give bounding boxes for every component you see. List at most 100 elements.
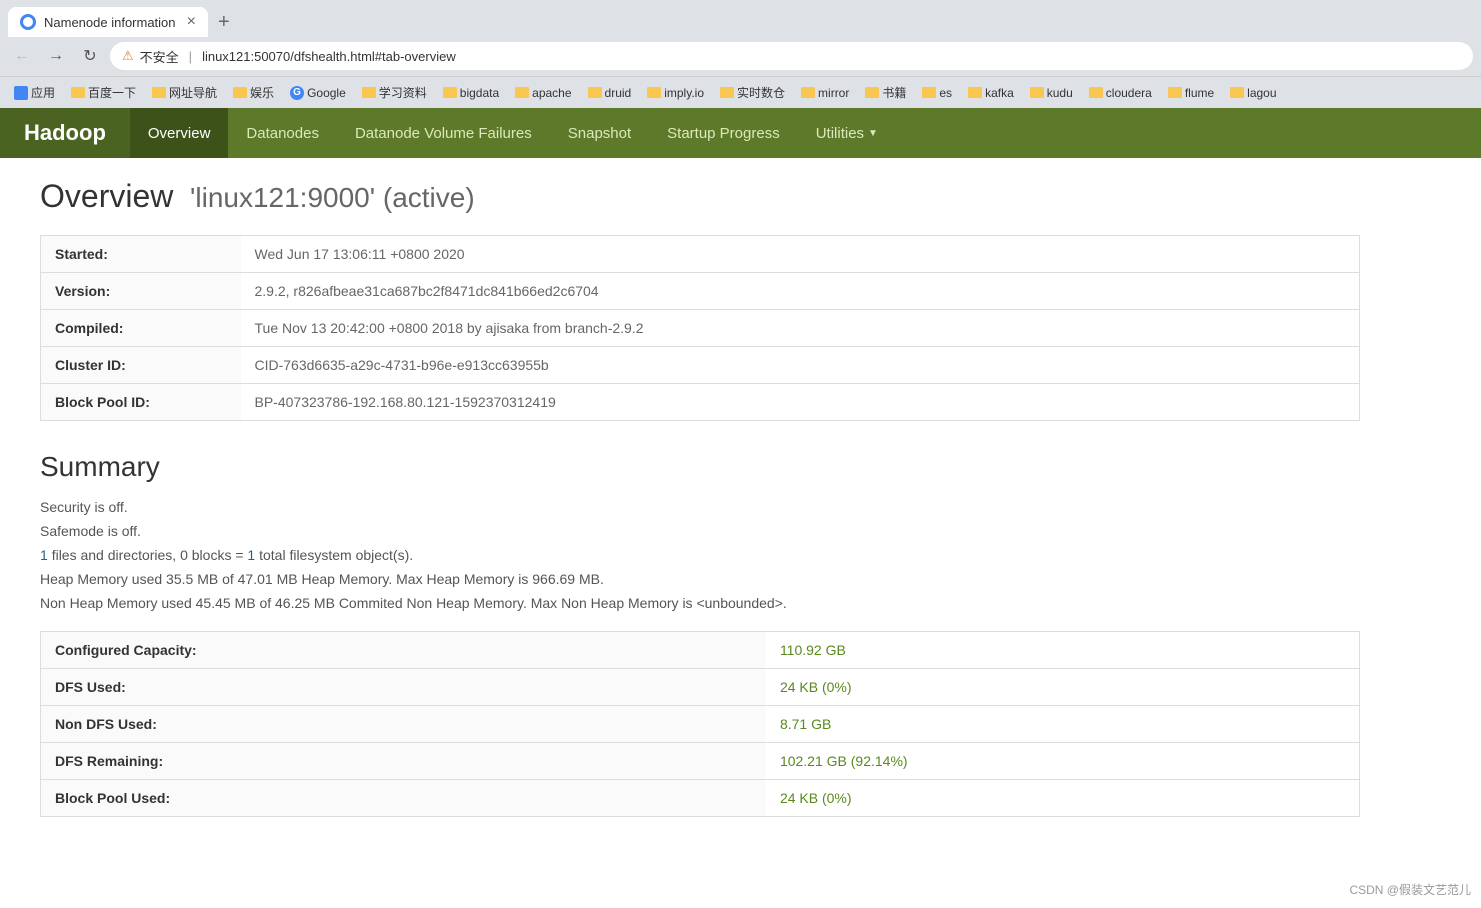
folder-icon <box>865 87 879 98</box>
bookmark-label: 网址导航 <box>169 84 217 101</box>
bookmark-item-flume[interactable]: flume <box>1162 83 1220 103</box>
row-value: 110.92 GB <box>766 632 1360 669</box>
bookmark-item-imply.io[interactable]: imply.io <box>641 83 710 103</box>
bookmark-label: bigdata <box>460 86 499 100</box>
row-value: Wed Jun 17 13:06:11 +0800 2020 <box>241 236 1360 273</box>
bookmark-label: druid <box>605 86 632 100</box>
table-row: Started:Wed Jun 17 13:06:11 +0800 2020 <box>41 236 1360 273</box>
row-label: Non DFS Used: <box>41 706 766 743</box>
folder-icon <box>362 87 376 98</box>
bookmark-item-kafka[interactable]: kafka <box>962 83 1020 103</box>
folder-icon <box>801 87 815 98</box>
row-label: Block Pool ID: <box>41 384 241 421</box>
nav-tab-snapshot[interactable]: Snapshot <box>550 108 649 158</box>
folder-icon <box>720 87 734 98</box>
folder-icon <box>515 87 529 98</box>
address-box[interactable]: ⚠ 不安全 | linux121:50070/dfshealth.html#ta… <box>110 42 1473 70</box>
bookmark-label: cloudera <box>1106 86 1152 100</box>
folder-icon <box>968 87 982 98</box>
bookmark-item-书籍[interactable]: 书籍 <box>859 81 912 104</box>
bookmark-item-Google[interactable]: GGoogle <box>284 83 352 103</box>
folder-icon <box>1030 87 1044 98</box>
bookmark-item-应用[interactable]: 应用 <box>8 81 61 104</box>
non-heap-memory: Non Heap Memory used 45.45 MB of 46.25 M… <box>40 595 1360 611</box>
row-label: Version: <box>41 273 241 310</box>
nav-tab-datanode-volume-failures[interactable]: Datanode Volume Failures <box>337 108 550 158</box>
new-tab-button[interactable]: + <box>212 11 236 34</box>
bookmark-item-网址导航[interactable]: 网址导航 <box>146 81 223 104</box>
bookmark-item-druid[interactable]: druid <box>582 83 638 103</box>
bookmark-item-mirror[interactable]: mirror <box>795 83 855 103</box>
folder-icon <box>152 87 166 98</box>
row-value: 8.71 GB <box>766 706 1360 743</box>
row-label: Started: <box>41 236 241 273</box>
hadoop-navbar: Hadoop OverviewDatanodesDatanode Volume … <box>0 108 1481 158</box>
bookmark-item-apache[interactable]: apache <box>509 83 577 103</box>
lock-icon: ⚠ <box>122 48 134 64</box>
nav-tab-utilities[interactable]: Utilities ▼ <box>798 108 896 158</box>
row-label: Cluster ID: <box>41 347 241 384</box>
back-button[interactable]: ← <box>8 42 36 70</box>
total-objects-link[interactable]: 1 <box>247 547 255 563</box>
tab-close-button[interactable]: × <box>187 14 196 30</box>
bookmark-item-娱乐[interactable]: 娱乐 <box>227 81 280 104</box>
address-url[interactable]: linux121:50070/dfshealth.html#tab-overvi… <box>202 49 456 64</box>
bookmark-label: 百度一下 <box>88 84 136 101</box>
bookmark-item-实时数仓[interactable]: 实时数仓 <box>714 81 791 104</box>
row-value: 102.21 GB (92.14%) <box>766 743 1360 780</box>
address-prefix: 不安全 <box>140 47 179 66</box>
bookmark-item-lagou[interactable]: lagou <box>1224 83 1282 103</box>
overview-table: Started:Wed Jun 17 13:06:11 +0800 2020Ve… <box>40 235 1360 421</box>
nav-tabs: OverviewDatanodesDatanode Volume Failure… <box>130 108 896 158</box>
row-label: DFS Remaining: <box>41 743 766 780</box>
browser-chrome: Namenode information × + ← → ↻ ⚠ 不安全 | l… <box>0 0 1481 108</box>
bookmark-item-bigdata[interactable]: bigdata <box>437 83 505 103</box>
summary-heading: Summary <box>40 451 1360 483</box>
folder-icon <box>233 87 247 98</box>
table-row: Configured Capacity:110.92 GB <box>41 632 1360 669</box>
page-title: Overview 'linux121:9000' (active) <box>40 178 1360 215</box>
bookmark-item-学习资料[interactable]: 学习资料 <box>356 81 433 104</box>
row-label: Block Pool Used: <box>41 780 766 817</box>
nav-tab-datanodes[interactable]: Datanodes <box>228 108 337 158</box>
dropdown-arrow: ▼ <box>868 128 878 139</box>
table-row: DFS Remaining:102.21 GB (92.14%) <box>41 743 1360 780</box>
bookmark-label: Google <box>307 86 346 100</box>
active-tab[interactable]: Namenode information × <box>8 7 208 37</box>
folder-icon <box>1168 87 1182 98</box>
main-content: Overview 'linux121:9000' (active) Starte… <box>0 158 1400 837</box>
folder-icon <box>443 87 457 98</box>
tab-label: Namenode information <box>44 15 176 30</box>
filesystem-info: 1 files and directories, 0 blocks = 1 to… <box>40 547 1360 563</box>
nav-tab-startup-progress[interactable]: Startup Progress <box>649 108 798 158</box>
bookmark-item-cloudera[interactable]: cloudera <box>1083 83 1158 103</box>
refresh-button[interactable]: ↻ <box>76 42 104 70</box>
bookmark-label: kudu <box>1047 86 1073 100</box>
bookmark-item-es[interactable]: es <box>916 83 958 103</box>
overview-heading: Overview <box>40 178 173 214</box>
folder-icon <box>647 87 661 98</box>
bookmarks-bar: 应用百度一下网址导航娱乐GGoogle学习资料bigdataapachedrui… <box>0 76 1481 108</box>
bookmark-label: 实时数仓 <box>737 84 785 101</box>
nav-tab-overview[interactable]: Overview <box>130 108 229 158</box>
bookmark-label: 娱乐 <box>250 84 274 101</box>
row-label: Configured Capacity: <box>41 632 766 669</box>
watermark: CSDN @假装文艺范儿 <box>1349 881 1471 898</box>
row-value: 24 KB (0%) <box>766 669 1360 706</box>
bookmark-label: flume <box>1185 86 1214 100</box>
filesystem-link[interactable]: 1 <box>40 547 48 563</box>
folder-icon <box>1230 87 1244 98</box>
table-row: Version:2.9.2, r826afbeae31ca687bc2f8471… <box>41 273 1360 310</box>
row-value: BP-407323786-192.168.80.121-159237031241… <box>241 384 1360 421</box>
google-icon: G <box>290 86 304 100</box>
bookmark-label: 书籍 <box>882 84 906 101</box>
bookmark-label: 应用 <box>31 84 55 101</box>
forward-button[interactable]: → <box>42 42 70 70</box>
bookmark-item-百度一下[interactable]: 百度一下 <box>65 81 142 104</box>
summary-section: Security is off. Safemode is off. 1 file… <box>40 499 1360 611</box>
table-row: Non DFS Used:8.71 GB <box>41 706 1360 743</box>
row-label: DFS Used: <box>41 669 766 706</box>
bookmark-label: kafka <box>985 86 1014 100</box>
bookmark-item-kudu[interactable]: kudu <box>1024 83 1079 103</box>
address-separator: | <box>189 49 192 64</box>
